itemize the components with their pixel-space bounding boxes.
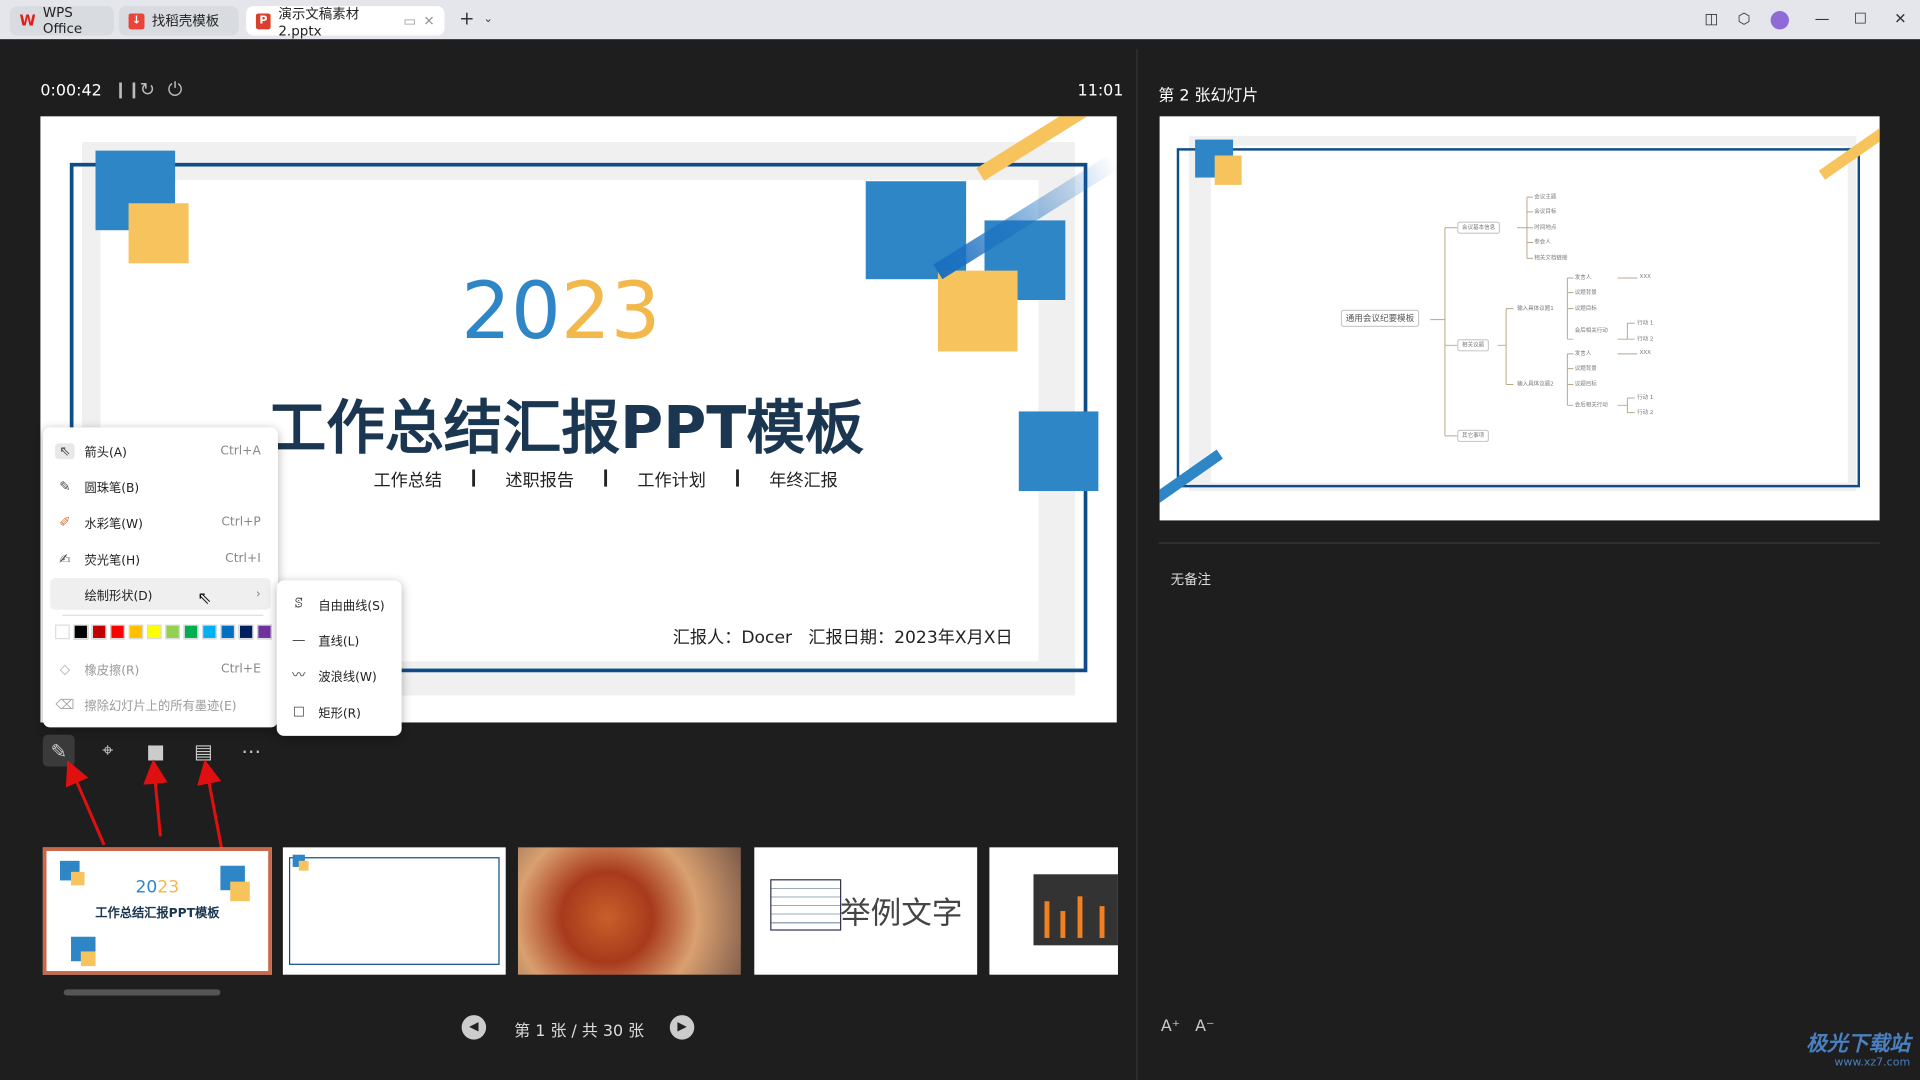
notes-divider xyxy=(1158,542,1880,544)
thumbnail-slide-3[interactable] xyxy=(517,847,741,975)
thumbnail-slide-2[interactable] xyxy=(282,847,506,975)
next-slide-label: 第 2 张幻灯片 xyxy=(1158,86,1259,106)
monitor-icon[interactable]: ▭ xyxy=(403,13,416,29)
mindmap-lines xyxy=(1430,196,1638,437)
avatar[interactable] xyxy=(1770,11,1789,30)
increase-font-button[interactable]: A⁺ xyxy=(1161,1018,1180,1036)
chevron-down-icon[interactable]: ⌄ xyxy=(484,13,493,25)
slide-subtitles: 工作总结 ❙ 述职报告 ❙ 工作计划 ❙ 年终汇报 xyxy=(373,467,838,492)
panel-divider[interactable] xyxy=(1136,48,1138,1080)
page-indicator: 第 1 张 / 共 30 张 xyxy=(514,1022,645,1041)
new-tab-plus-icon[interactable]: + xyxy=(459,7,474,29)
close-tab-icon[interactable]: ✕ xyxy=(423,13,434,29)
red-arrow xyxy=(197,759,224,849)
red-arrow xyxy=(65,760,106,846)
thumbnail-scrollbar[interactable] xyxy=(63,989,221,996)
decrease-font-button[interactable]: A⁻ xyxy=(1195,1018,1214,1036)
cube-icon[interactable]: ⬡ xyxy=(1738,10,1751,27)
slide-reporter: 汇报人：Docer 汇报日期：2023年X月X日 xyxy=(672,628,1013,648)
next-slide-button[interactable]: ▶ xyxy=(669,1015,695,1040)
prev-slide-button[interactable]: ◀ xyxy=(461,1015,487,1040)
layout-icon[interactable]: ◫ xyxy=(1705,10,1719,27)
minimize-icon[interactable]: — xyxy=(1815,10,1830,27)
notes-text: 无备注 xyxy=(1170,571,1212,588)
watermark-logo: 极光下载站 www.xz7.com xyxy=(1806,1032,1911,1069)
red-arrow xyxy=(143,759,168,837)
thumbnail-slide-5[interactable] xyxy=(989,847,1118,975)
thumbnail-slide-4[interactable]: 举例文字 xyxy=(754,847,978,975)
maximize-icon[interactable]: ☐ xyxy=(1854,10,1867,27)
close-window-icon[interactable]: ✕ xyxy=(1894,10,1906,27)
clock: 11:01 xyxy=(1077,82,1124,101)
annotation-arrows xyxy=(65,759,224,849)
next-slide-preview[interactable]: 通用会议纪要模板 会议基本信息 会议主题 会议目标 时间地点 参会人 相关文档链… xyxy=(1159,116,1880,521)
thumbnail-slide-1[interactable]: 2023 工作总结汇报PPT模板 xyxy=(42,847,272,975)
